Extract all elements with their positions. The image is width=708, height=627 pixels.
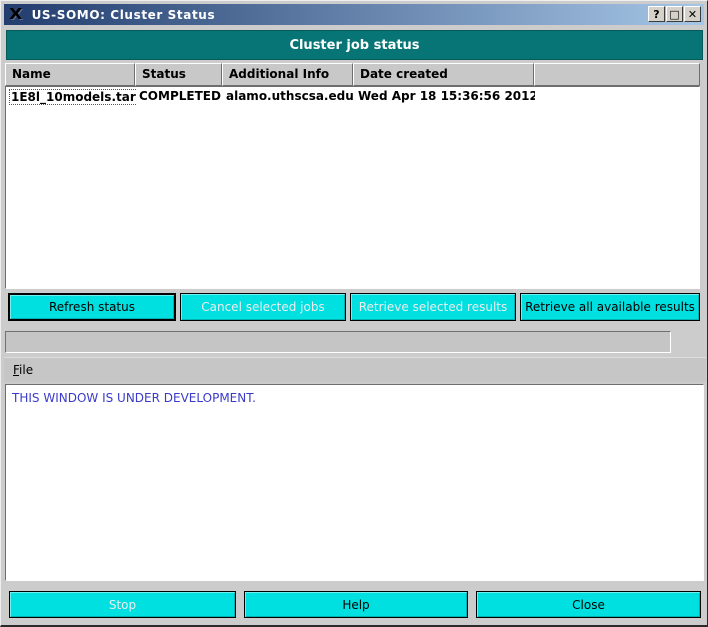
- column-header-name[interactable]: Name: [5, 63, 135, 86]
- close-button[interactable]: Close: [476, 591, 701, 618]
- close-window-button[interactable]: ✕: [684, 6, 701, 22]
- cell-name-text: 1E8l_10models.tar: [9, 89, 136, 105]
- cell-status: COMPLETED: [139, 89, 221, 103]
- titlebar[interactable]: X US-SOMO: Cluster Status ? □ ✕: [4, 4, 704, 25]
- table-header: Name Status Additional Info Date created: [5, 63, 700, 86]
- column-header-status[interactable]: Status: [135, 63, 222, 86]
- menu-file[interactable]: File: [4, 359, 42, 381]
- cell-empty: [535, 89, 699, 105]
- help-button[interactable]: Help: [244, 591, 468, 618]
- menubar: File: [4, 357, 706, 382]
- development-text-area[interactable]: THIS WINDOW IS UNDER DEVELOPMENT.: [5, 384, 704, 581]
- table-row[interactable]: 1E8l_10models.tar COMPLETED alamo.uthscs…: [6, 87, 699, 105]
- help-window-button[interactable]: ?: [648, 6, 665, 22]
- stop-button: Stop: [9, 591, 236, 618]
- column-header-additional-info[interactable]: Additional Info: [222, 63, 353, 86]
- column-header-date-created[interactable]: Date created: [353, 63, 534, 86]
- page-title: Cluster job status: [6, 30, 703, 60]
- x11-logo-icon: X: [9, 5, 23, 23]
- refresh-status-button[interactable]: Refresh status: [8, 293, 176, 321]
- job-table: Name Status Additional Info Date created…: [5, 63, 700, 289]
- progress-bar: [5, 331, 671, 353]
- cell-additional-info: alamo.uthscsa.edu: [226, 89, 354, 103]
- cell-name[interactable]: 1E8l_10models.tar: [6, 89, 136, 105]
- cluster-status-window: X US-SOMO: Cluster Status ? □ ✕ Cluster …: [0, 0, 708, 627]
- maximize-window-button[interactable]: □: [666, 6, 683, 22]
- window-title: US-SOMO: Cluster Status: [31, 7, 216, 22]
- table-body: 1E8l_10models.tar COMPLETED alamo.uthscs…: [5, 86, 700, 289]
- cell-date-created: Wed Apr 18 15:36:56 2012: [358, 89, 535, 103]
- column-header-empty: [534, 63, 700, 86]
- cancel-selected-jobs-button: Cancel selected jobs: [180, 293, 346, 321]
- development-notice-text: THIS WINDOW IS UNDER DEVELOPMENT.: [12, 391, 256, 405]
- retrieve-selected-results-button: Retrieve selected results: [350, 293, 516, 321]
- retrieve-all-results-button[interactable]: Retrieve all available results: [520, 293, 700, 321]
- window-controls: ? □ ✕: [648, 6, 701, 22]
